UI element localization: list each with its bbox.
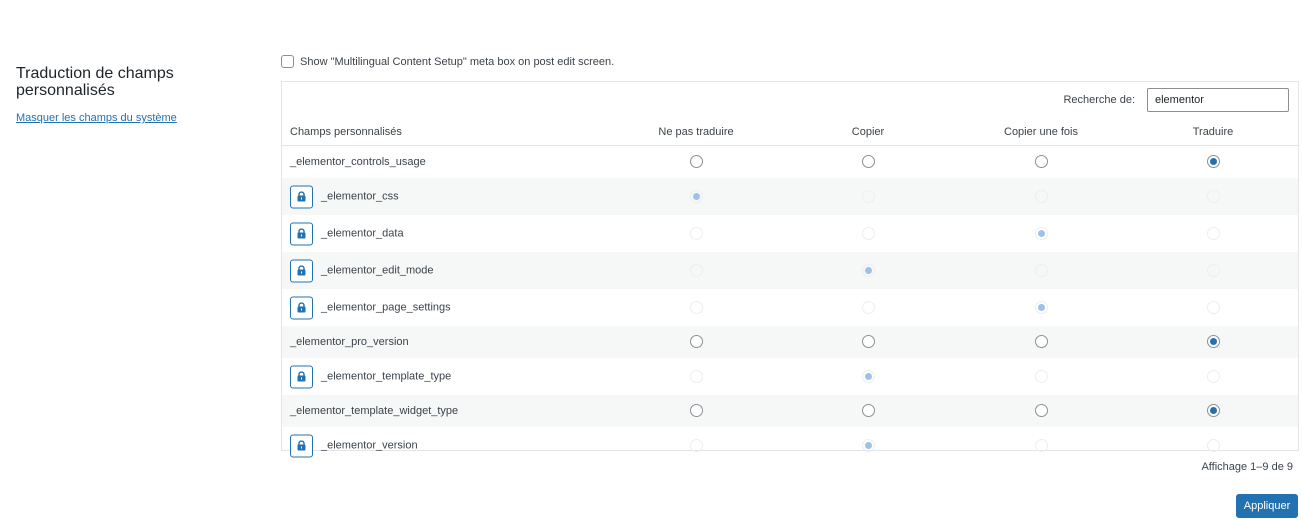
lock-icon[interactable]: [290, 185, 313, 208]
radio-copy-once[interactable]: [1035, 335, 1048, 348]
column-header-copy-once: Copier une fois: [1004, 126, 1078, 138]
search-input[interactable]: elementor: [1147, 88, 1289, 112]
radio-copy: [862, 189, 875, 203]
column-header-translate: Traduire: [1192, 126, 1234, 138]
field-name-cell: _elementor_controls_usage: [290, 156, 426, 168]
radio-dont-translate: [690, 300, 703, 314]
section-title: Traduction de champs personnalisés: [16, 65, 174, 99]
radio-copy: [862, 263, 875, 277]
radio-copy: [862, 226, 875, 240]
radio-translate: [1207, 369, 1220, 383]
radio-copy-once: [1035, 226, 1048, 240]
radio-dont-translate[interactable]: [690, 404, 703, 417]
radio-translate: [1207, 189, 1220, 203]
radio-translate: [1207, 263, 1220, 277]
radio-translate: [1207, 300, 1220, 314]
radio-copy-once: [1035, 369, 1048, 383]
radio-copy-once[interactable]: [1035, 155, 1048, 168]
radio-translate[interactable]: [1207, 335, 1220, 348]
custom-fields-panel: Recherche de: elementor Champs personnal…: [281, 81, 1299, 457]
radio-copy[interactable]: [862, 155, 875, 168]
table-row: _elementor_data: [282, 215, 1298, 252]
meta-box-checkbox[interactable]: [281, 55, 294, 68]
radio-copy[interactable]: [862, 335, 875, 348]
radio-dont-translate[interactable]: [690, 335, 703, 348]
field-name-cell: _elementor_data: [290, 222, 404, 245]
table-row: _elementor_pro_version: [282, 326, 1298, 358]
field-name: _elementor_edit_mode: [321, 264, 434, 277]
radio-dont-translate[interactable]: [690, 155, 703, 168]
radio-translate[interactable]: [1207, 155, 1220, 168]
lock-icon[interactable]: [290, 296, 313, 319]
column-header-dont-translate: Ne pas traduire: [658, 126, 734, 138]
lock-icon[interactable]: [290, 259, 313, 282]
meta-box-label: Show "Multilingual Content Setup" meta b…: [300, 55, 615, 68]
radio-dont-translate: [690, 226, 703, 240]
radio-translate: [1207, 226, 1220, 240]
table-row: _elementor_page_settings: [282, 289, 1298, 326]
radio-copy: [862, 438, 875, 452]
column-header-field: Champs personnalisés: [290, 126, 402, 138]
table-row: _elementor_version: [282, 427, 1298, 464]
sidebar-section: Traduction de champs personnalisés Masqu…: [16, 65, 236, 126]
field-name: _elementor_css: [321, 190, 399, 203]
radio-copy-once: [1035, 438, 1048, 452]
field-name: _elementor_controls_usage: [290, 156, 426, 168]
field-name: _elementor_pro_version: [290, 336, 409, 348]
field-name-cell: _elementor_css: [290, 185, 399, 208]
field-name: _elementor_template_type: [321, 370, 452, 383]
field-name-cell: _elementor_template_type: [290, 365, 451, 388]
apply-button[interactable]: Appliquer: [1236, 494, 1298, 518]
field-name-cell: _elementor_template_widget_type: [290, 405, 458, 417]
radio-copy: [862, 369, 875, 383]
column-header-copy: Copier: [851, 126, 885, 138]
field-name: _elementor_template_widget_type: [290, 405, 459, 417]
search-label: Recherche de:: [1063, 94, 1135, 106]
pagination-info: Affichage 1–9 de 9: [1201, 461, 1293, 473]
meta-box-option[interactable]: Show "Multilingual Content Setup" meta b…: [281, 55, 614, 68]
lock-icon[interactable]: [290, 222, 313, 245]
table-row: _elementor_edit_mode: [282, 252, 1298, 289]
radio-copy-once: [1035, 300, 1048, 314]
radio-dont-translate: [690, 263, 703, 277]
radio-copy-once[interactable]: [1035, 404, 1048, 417]
table-row: _elementor_css: [282, 178, 1298, 215]
field-name-cell: _elementor_page_settings: [290, 296, 451, 319]
field-name-cell: _elementor_pro_version: [290, 336, 409, 348]
radio-dont-translate: [690, 369, 703, 383]
search-box: Recherche de: elementor: [1063, 88, 1289, 112]
lock-icon[interactable]: [290, 365, 313, 388]
lock-icon[interactable]: [290, 434, 313, 457]
radio-dont-translate: [690, 438, 703, 452]
field-name: _elementor_data: [321, 227, 404, 240]
table-header: Champs personnalisés Ne pas traduire Cop…: [282, 122, 1298, 146]
radio-copy[interactable]: [862, 404, 875, 417]
radio-copy-once: [1035, 189, 1048, 203]
hide-system-fields-link[interactable]: Masquer les champs du système: [16, 112, 177, 124]
radio-copy-once: [1035, 263, 1048, 277]
field-name-cell: _elementor_version: [290, 434, 418, 457]
field-name-cell: _elementor_edit_mode: [290, 259, 434, 282]
field-name: _elementor_page_settings: [321, 301, 451, 314]
radio-translate: [1207, 438, 1220, 452]
radio-copy: [862, 300, 875, 314]
table-row: _elementor_template_type: [282, 358, 1298, 395]
table-row: _elementor_controls_usage: [282, 146, 1298, 178]
field-name: _elementor_version: [321, 439, 418, 452]
table-row: _elementor_template_widget_type: [282, 395, 1298, 427]
radio-translate[interactable]: [1207, 404, 1220, 417]
fields-table-body: _elementor_controls_usage _elementor_css _…: [282, 146, 1298, 464]
radio-dont-translate: [690, 189, 703, 203]
